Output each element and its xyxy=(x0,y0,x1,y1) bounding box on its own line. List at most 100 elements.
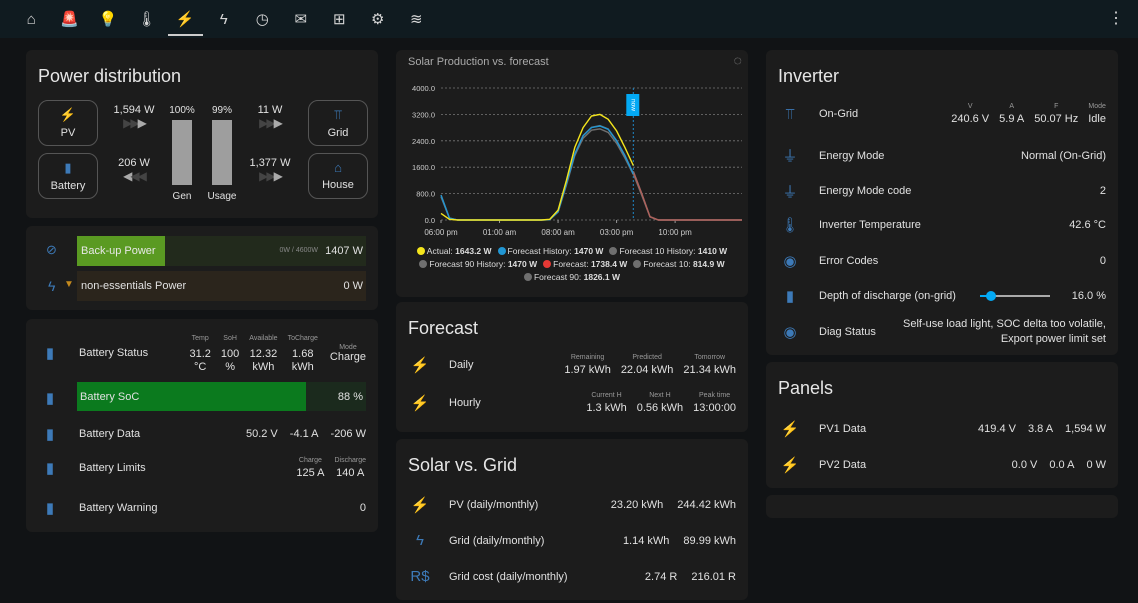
on-grid-row[interactable]: ⫪ On-Grid V 240.6 V A 5.9 A F 50.07 Hz Mode Idle xyxy=(778,103,1106,125)
battery-limits-row[interactable]: ▮ Battery Limits Charge 125 A Discharge 140 … xyxy=(38,457,366,479)
nav-tab-pool[interactable]: ≋ xyxy=(397,0,436,38)
solar-vs-grid-card: Solar vs. Grid ⚡ PV (daily/monthly) 23.20 … xyxy=(396,439,748,600)
depth-of-discharge-row[interactable]: ▮ Depth of discharge (on-grid) 16.0 % xyxy=(778,287,1106,305)
backup-power-label: Back-up Power xyxy=(81,245,156,257)
grid-node[interactable]: ⫪ Grid xyxy=(308,100,368,146)
forecast-hourly-row[interactable]: ⚡ Hourly Current H 1.3 kWh Next H 0.56 kWh Pea… xyxy=(408,392,736,414)
house-node[interactable]: ⌂ House xyxy=(308,153,368,199)
nav-tab-lightbulb-group[interactable]: 💡 xyxy=(89,0,128,38)
solar-power-icon: ⚡ xyxy=(410,497,430,514)
solar-power-icon: ⚡ xyxy=(59,107,77,122)
battery-data-row[interactable]: ▮ Battery Data 50.2 V -4.1 A -206 W xyxy=(38,425,366,443)
dod-slider[interactable] xyxy=(979,290,1050,302)
card-title: Solar vs. Grid xyxy=(408,455,518,475)
col-header: Peak time xyxy=(699,392,731,399)
solar-grid-row[interactable]: ϟ Grid (daily/monthly) 1.14 kWh 89.99 kWh xyxy=(408,532,736,549)
row-label: Error Codes xyxy=(819,254,879,267)
warning-value: 0 xyxy=(359,502,366,514)
battery-label: Battery xyxy=(50,180,86,192)
solar-power-icon: ⚡ xyxy=(410,357,430,374)
legend-item[interactable]: Actual: 1643.2 W xyxy=(416,246,492,256)
now-label: now xyxy=(630,99,637,111)
slider-handle[interactable] xyxy=(985,291,996,301)
values: 1.14 kWh 89.99 kWh xyxy=(623,535,736,547)
y-tick-label: 3200.0 xyxy=(412,110,435,119)
nav-tab-network[interactable]: ⊞ xyxy=(320,0,359,38)
legend-item[interactable]: Forecast 10 History: 1410 W xyxy=(609,246,727,256)
discharge-header: Discharge xyxy=(334,457,366,464)
gen-label: Gen xyxy=(172,191,192,202)
battery-status-row[interactable]: ▮ Battery Status Temp 31.2 °C SoH 100% Availab… xyxy=(38,333,366,373)
nav-tab-thermometer[interactable]: 🌡 xyxy=(128,0,167,38)
col-value: 31.2 xyxy=(189,348,211,360)
row-value: 0 xyxy=(1099,254,1106,267)
battery-warning-row[interactable]: ▮ Battery Warning 0 xyxy=(38,499,366,517)
legend-value: 1738.4 W xyxy=(590,259,628,269)
battery-soc-bar[interactable]: Battery SoC 88 % xyxy=(77,382,366,411)
solar-grid-row[interactable]: R$ Grid cost (daily/monthly) 2.74 R 216.01 … xyxy=(408,568,736,585)
row-label: Depth of discharge (on-grid) xyxy=(819,290,956,302)
series-line-forecast-90 xyxy=(632,170,742,221)
inverter-row[interactable]: ⏚ Energy Mode Normal (On-Grid) xyxy=(778,145,1106,166)
nav-tab-home[interactable]: ⌂ xyxy=(12,0,51,38)
daily-value: 23.20 kWh xyxy=(610,499,664,511)
nav-tab-lightning-bolt[interactable]: ϟ xyxy=(205,0,244,38)
usage-percent: 99% xyxy=(211,105,232,116)
row-label: PV1 Data xyxy=(819,423,867,435)
battery-icon: ▮ xyxy=(45,345,55,362)
legend-item[interactable]: Forecast 10: 814.9 W xyxy=(633,259,725,269)
card-title: Inverter xyxy=(778,66,840,86)
col-header: Next H xyxy=(649,392,671,399)
top-navigation: ⌂ 🚨 💡 🌡 ⚡ ϟ ◷ ✉ ⊞ ⚙ ≋ ⋮ xyxy=(0,0,1138,38)
inverter-row[interactable]: ⏚ Energy Mode code 2 xyxy=(778,181,1106,202)
col-header: Mode xyxy=(1088,103,1106,110)
col-value: 21.34 kWh xyxy=(683,364,736,376)
pv-node[interactable]: ⚡ PV xyxy=(38,100,98,146)
inverter-row[interactable]: 🌡 Inverter Temperature 42.6 °C xyxy=(778,216,1106,234)
lightbulb-group-icon: 💡 xyxy=(98,11,118,28)
nav-tab-cog[interactable]: ⚙ xyxy=(359,0,398,38)
battery-status-col: ToCharge 1.68 kWh xyxy=(288,332,318,374)
arrow-left-icon: ◀◀◀ xyxy=(123,169,147,183)
nav-tab-email[interactable]: ✉ xyxy=(282,0,321,38)
y-tick-label: 2400.0 xyxy=(412,137,435,146)
panel-row[interactable]: ⚡ PV1 Data 419.4 V 3.8 A 1,594 W xyxy=(778,420,1106,438)
x-tick-label: 10:00 pm xyxy=(658,228,692,237)
inverter-row[interactable]: ◉ Error Codes 0 xyxy=(778,252,1106,270)
row-value: 42.6 °C xyxy=(1069,219,1106,231)
nav-tab-solar-power[interactable]: ⚡ xyxy=(166,0,205,38)
monthly-value: 216.01 R xyxy=(691,570,736,583)
series-line-forecast-90-history xyxy=(440,124,634,221)
legend-value: 1643.2 W xyxy=(455,246,492,256)
thermometer-icon: 🌡 xyxy=(780,217,800,234)
panel-value: 0.0 A xyxy=(1049,459,1075,471)
gen-percent: 100% xyxy=(169,105,195,116)
grid-power: 11 W xyxy=(257,104,283,116)
row-label: Battery Limits xyxy=(79,462,146,474)
nav-tab-clock[interactable]: ◷ xyxy=(243,0,282,38)
forecast-card: Forecast ⚡ Daily Remaining 1.97 kWh Predicte… xyxy=(396,302,748,432)
battery-flow: 206 W ◀◀◀ xyxy=(109,157,159,183)
solar-grid-row[interactable]: ⚡ PV (daily/monthly) 23.20 kWh 244.42 kWh xyxy=(408,496,736,514)
nav-tab-alarm-light[interactable]: 🚨 xyxy=(51,0,90,38)
overflow-menu-icon[interactable]: ⋮ xyxy=(1108,8,1124,28)
backup-power-bar: Back-up Power 0W / 4600W 1407 W xyxy=(77,236,366,266)
solar-power-icon: ⚡ xyxy=(780,457,800,474)
battery-node[interactable]: ▮ Battery xyxy=(38,153,98,199)
diag-status-row[interactable]: ◉ Diag Status Self-use load light, SOC de… xyxy=(778,317,1106,347)
col-value: 0.56 kWh xyxy=(636,402,684,414)
legend-item[interactable]: Forecast History: 1470 W xyxy=(497,246,603,256)
alarm-light-icon: 🚨 xyxy=(60,11,80,28)
diag-value: Export power limit set xyxy=(1000,333,1106,345)
pv-power: 1,594 W xyxy=(113,104,155,116)
legend-item[interactable]: Forecast 90 History: 1470 W xyxy=(419,259,537,269)
panel-row[interactable]: ⚡ PV2 Data 0.0 V 0.0 A 0 W xyxy=(778,456,1106,474)
forecast-daily-row[interactable]: ⚡ Daily Remaining 1.97 kWh Predicted 22.04 kW… xyxy=(408,354,736,376)
legend-item[interactable]: Forecast: 1738.4 W xyxy=(543,259,627,269)
row-label: On-Grid xyxy=(819,108,859,120)
arrow-right-icon: ▶▶▶ xyxy=(259,169,283,183)
legend-item[interactable]: Forecast 90: 1826.1 W xyxy=(523,272,620,282)
backup-power-value: 1407 W xyxy=(325,245,363,257)
col-header: V xyxy=(967,103,973,110)
col-value: 240.6 V xyxy=(951,113,990,125)
